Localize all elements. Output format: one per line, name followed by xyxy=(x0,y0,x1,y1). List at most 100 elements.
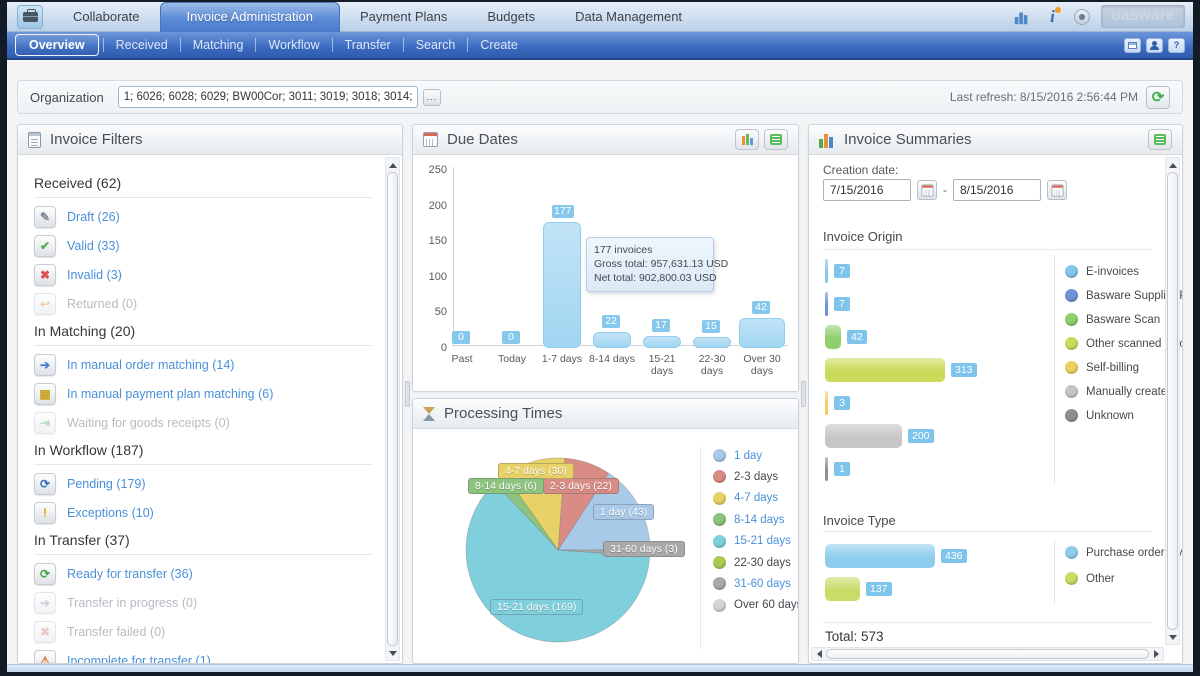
help-button[interactable]: ? xyxy=(1168,38,1185,53)
bar-basware-supplier-portal[interactable] xyxy=(825,292,828,316)
user-button[interactable] xyxy=(1146,38,1163,53)
top-tab-collaborate[interactable]: Collaborate xyxy=(53,3,160,31)
invoice-filters-panel: Invoice Filters Received (62)✎Draft (26)… xyxy=(17,124,403,664)
invoice-summaries-title: Invoice Summaries xyxy=(844,131,972,148)
legend-dot xyxy=(1065,265,1078,278)
sub-tab-overview[interactable]: Overview xyxy=(15,34,99,56)
filter-item-pending-179[interactable]: ⟳Pending (179) xyxy=(34,473,372,495)
layout-button[interactable] xyxy=(1124,38,1141,53)
date-to-input[interactable] xyxy=(953,179,1041,201)
legend-divider xyxy=(700,447,701,649)
top-tab-invoice-administration[interactable]: Invoice Administration xyxy=(160,2,340,32)
bar-over-30-days[interactable] xyxy=(739,318,785,348)
y-tick-label: 200 xyxy=(421,200,447,212)
legend-item-basware-scan: Basware Scan xyxy=(1065,313,1160,326)
top-tab-budgets[interactable]: Budgets xyxy=(467,3,555,31)
filter-item-invalid-3[interactable]: ✖Invalid (3) xyxy=(34,264,372,286)
sub-tab-create[interactable]: Create xyxy=(468,35,530,55)
legend-dot xyxy=(713,535,726,548)
organization-browse-button[interactable]: ... xyxy=(423,89,441,106)
x-tick-label: 22-30 days xyxy=(687,353,737,377)
legend-label: 15-21 days xyxy=(734,535,791,547)
bar-other[interactable] xyxy=(825,577,860,601)
filter-item-exceptions-10[interactable]: !Exceptions (10) xyxy=(34,502,372,524)
scroll-right-arrow[interactable] xyxy=(1151,649,1161,659)
notifications-button[interactable]: i xyxy=(1041,7,1063,27)
due-dates-tooltip: 177 invoices Gross total: 957,631.13 USD… xyxy=(586,237,714,292)
legend-item-1-day[interactable]: 1 day xyxy=(713,449,762,462)
sub-tab-workflow[interactable]: Workflow xyxy=(256,35,331,55)
refresh-button[interactable]: ⟳ xyxy=(1146,86,1170,109)
invoice-filters-title: Invoice Filters xyxy=(50,131,143,148)
filter-item-valid-33[interactable]: ✔Valid (33) xyxy=(34,235,372,257)
sub-tab-transfer[interactable]: Transfer xyxy=(333,35,403,55)
scroll-thumb[interactable] xyxy=(387,172,398,646)
top-tab-payment-plans[interactable]: Payment Plans xyxy=(340,3,467,31)
invoice-type-title: Invoice Type xyxy=(823,513,896,528)
bar-8-14-days[interactable] xyxy=(593,332,631,348)
divider xyxy=(34,464,372,465)
scroll-left-arrow[interactable] xyxy=(814,649,824,659)
legend-divider xyxy=(1054,255,1055,485)
sub-tab-matching[interactable]: Matching xyxy=(181,35,256,55)
invoice-summaries-body: Creation date: - Invoice Origin 77423133… xyxy=(809,155,1182,663)
bar-value-badge: 0 xyxy=(502,331,520,344)
y-tick-label: 150 xyxy=(421,235,447,247)
settings-button[interactable] xyxy=(1071,7,1093,27)
analytics-button[interactable] xyxy=(1011,7,1033,27)
summaries-hscrollbar[interactable] xyxy=(811,647,1164,661)
chart-view-toggle-button[interactable] xyxy=(735,129,759,150)
due-dates-export-button[interactable] xyxy=(764,129,788,150)
legend-item-4-7-days[interactable]: 4-7 days xyxy=(713,492,778,505)
legend-item-15-21-days[interactable]: 15-21 days xyxy=(713,535,791,548)
processing-times-header: Processing Times xyxy=(413,399,798,429)
invoice-filters-header: Invoice Filters xyxy=(18,125,402,155)
date-from-input[interactable] xyxy=(823,179,911,201)
filter-item-ready-for-transfer-36[interactable]: ⟳Ready for transfer (36) xyxy=(34,563,372,585)
legend-item-31-60-days[interactable]: 31-60 days xyxy=(713,577,791,590)
bar-22-30-days[interactable] xyxy=(693,337,731,348)
legend-item-8-14-days[interactable]: 8-14 days xyxy=(713,513,785,526)
scroll-thumb[interactable] xyxy=(1167,172,1178,630)
top-tab-data-management[interactable]: Data Management xyxy=(555,3,702,31)
splitter-right[interactable] xyxy=(801,124,806,664)
pie-slice-label-4-7-days: 4-7 days (30) xyxy=(498,463,574,479)
scroll-up-arrow[interactable] xyxy=(1167,160,1178,170)
bar-self-billing[interactable] xyxy=(825,391,828,415)
bar-e-invoices[interactable] xyxy=(825,259,828,283)
splitter-handle[interactable] xyxy=(801,381,806,407)
sub-tab-search[interactable]: Search xyxy=(404,35,468,55)
bar-purchase-order-invoice[interactable] xyxy=(825,544,935,568)
scroll-down-arrow[interactable] xyxy=(1167,632,1178,642)
bar-15-21-days[interactable] xyxy=(643,336,681,348)
date-from-picker-button[interactable] xyxy=(917,180,937,200)
filter-item-in-manual-order-matching-14[interactable]: ➔In manual order matching (14) xyxy=(34,354,372,376)
invoice-filters-body: Received (62)✎Draft (26)✔Valid (33)✖Inva… xyxy=(18,155,402,663)
bar-unknown[interactable] xyxy=(825,457,828,481)
splitter-handle[interactable] xyxy=(405,381,410,407)
bar-manually-created[interactable] xyxy=(825,424,902,448)
legend-item-self-billing: Self-billing xyxy=(1065,361,1139,374)
summaries-export-button[interactable] xyxy=(1148,129,1172,150)
exceptions-icon: ! xyxy=(34,502,56,524)
splitter-left[interactable] xyxy=(405,124,410,664)
filter-item-incomplete-for-transfer-1[interactable]: ⚠Incomplete for transfer (1) xyxy=(34,650,372,663)
home-briefcase-button[interactable] xyxy=(17,5,43,29)
organization-input[interactable] xyxy=(118,86,418,108)
sub-tab-received[interactable]: Received xyxy=(104,35,180,55)
bar-basware-scan[interactable] xyxy=(825,325,841,349)
bar-1-7-days[interactable] xyxy=(543,222,581,348)
scroll-down-arrow[interactable] xyxy=(387,648,398,658)
filter-item-in-manual-payment-plan-matching-6[interactable]: ▦In manual payment plan matching (6) xyxy=(34,383,372,405)
bar-other-scanned-invoices[interactable] xyxy=(825,358,945,382)
legend-label: Unknown xyxy=(1086,410,1134,422)
divider xyxy=(823,622,1152,623)
filter-item-draft-26[interactable]: ✎Draft (26) xyxy=(34,206,372,228)
bar-value-badge: 137 xyxy=(866,582,892,596)
transfer-failed-icon-glyph: ✖ xyxy=(40,625,50,639)
scroll-thumb[interactable] xyxy=(826,649,1149,659)
filters-scrollbar[interactable] xyxy=(385,157,400,661)
summaries-vscrollbar[interactable] xyxy=(1165,157,1180,645)
scroll-up-arrow[interactable] xyxy=(387,160,398,170)
date-to-picker-button[interactable] xyxy=(1047,180,1067,200)
